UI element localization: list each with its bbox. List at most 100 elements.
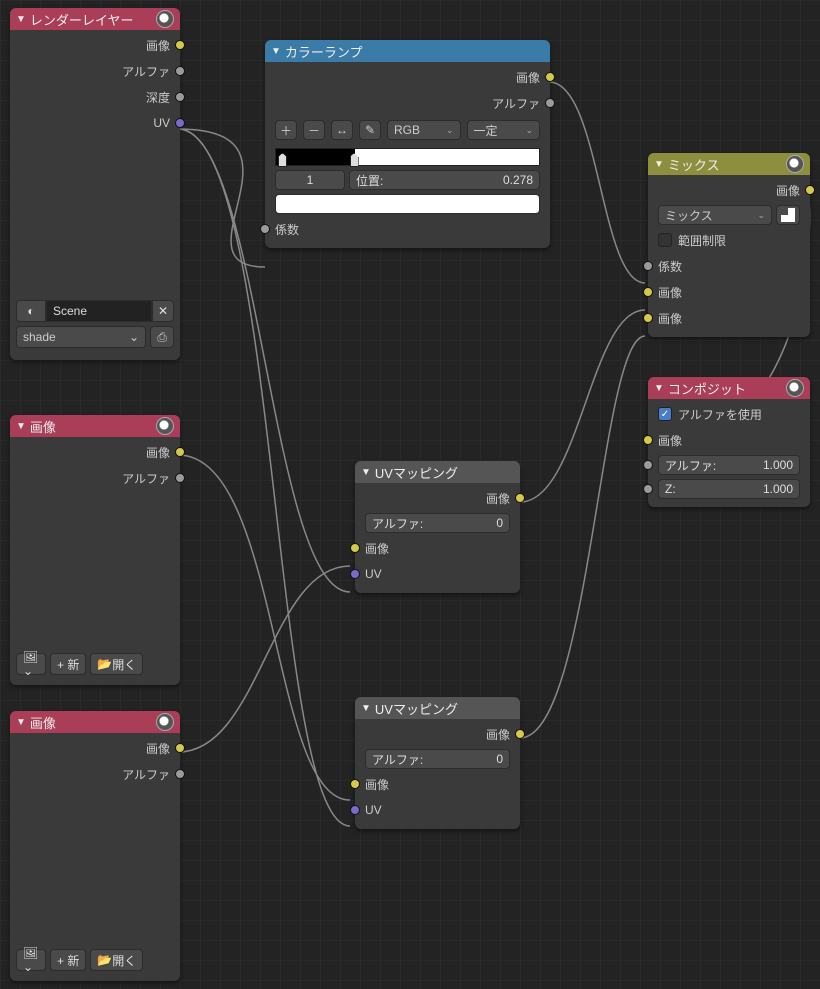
collapse-icon[interactable]: ▼ bbox=[16, 717, 26, 728]
input-fac: 係数 bbox=[648, 253, 810, 279]
socket-in-image1[interactable] bbox=[643, 287, 653, 297]
alpha-field[interactable]: アルファ:1.000 bbox=[658, 455, 800, 475]
node-header[interactable]: ▼ コンポジット bbox=[648, 377, 810, 399]
chevron-down-icon: ⌄ bbox=[129, 330, 139, 344]
node-image-1[interactable]: ▼ 画像 画像 アルファ 🖼⌄ + 新 📂開く bbox=[10, 415, 180, 685]
node-mix[interactable]: ▼ ミックス 画像 ミックス⌄ 範囲制限 係数 画像 画像 bbox=[648, 153, 810, 337]
use-alpha-row: ✓ アルファを使用 bbox=[648, 401, 810, 427]
node-header[interactable]: ▼ ミックス bbox=[648, 153, 810, 175]
new-image-button[interactable]: + 新 bbox=[50, 653, 86, 675]
color-ramp-gradient[interactable] bbox=[275, 148, 540, 166]
stop-position-field[interactable]: 位置:0.278 bbox=[349, 170, 540, 190]
add-stop-button[interactable]: ＋ bbox=[275, 120, 297, 140]
blend-mode-dropdown[interactable]: ミックス⌄ bbox=[658, 205, 772, 225]
node-uvmap-1[interactable]: ▼ UVマッピング 画像 アルファ:0 画像 UV bbox=[355, 461, 520, 593]
node-render-layers[interactable]: ▼ レンダーレイヤー 画像 アルファ 深度 UV ◐ Scene ✕ shade bbox=[10, 8, 180, 360]
socket-in-image[interactable] bbox=[350, 543, 360, 553]
socket-out-uv[interactable] bbox=[175, 118, 185, 128]
output-depth: 深度 bbox=[10, 84, 180, 110]
socket-out-image[interactable] bbox=[175, 743, 185, 753]
preview-toggle-icon[interactable] bbox=[786, 379, 804, 397]
output-uv: UV bbox=[10, 110, 180, 136]
node-uvmap-2[interactable]: ▼ UVマッピング 画像 アルファ:0 画像 UV bbox=[355, 697, 520, 829]
socket-out-image[interactable] bbox=[515, 729, 525, 739]
output-image: 画像 bbox=[10, 735, 180, 761]
scene-icon[interactable]: ◐ bbox=[16, 300, 46, 322]
collapse-icon[interactable]: ▼ bbox=[361, 467, 371, 478]
flip-ramp-button[interactable]: ↔ bbox=[331, 120, 353, 140]
socket-in-image[interactable] bbox=[350, 779, 360, 789]
eyedropper-button[interactable]: ✎ bbox=[359, 120, 381, 140]
socket-out-depth[interactable] bbox=[175, 92, 185, 102]
node-header[interactable]: ▼ 画像 bbox=[10, 711, 180, 733]
preview-toggle-icon[interactable] bbox=[156, 10, 174, 28]
output-alpha: アルファ bbox=[10, 761, 180, 787]
socket-in-fac[interactable] bbox=[260, 224, 270, 234]
new-image-button[interactable]: + 新 bbox=[50, 949, 86, 971]
node-title: UVマッピング bbox=[375, 699, 514, 718]
open-image-button[interactable]: 📂開く bbox=[90, 949, 143, 971]
socket-out-alpha[interactable] bbox=[175, 769, 185, 779]
node-header[interactable]: ▼ レンダーレイヤー bbox=[10, 8, 180, 30]
node-title: 画像 bbox=[30, 417, 156, 436]
socket-out-image[interactable] bbox=[175, 40, 185, 50]
node-color-ramp[interactable]: ▼ カラーランプ 画像 アルファ ＋ － ↔ ✎ RGB⌄ 一定⌄ bbox=[265, 40, 550, 248]
ramp-interp-dropdown[interactable]: 一定⌄ bbox=[467, 120, 541, 140]
socket-in-z[interactable] bbox=[643, 484, 653, 494]
collapse-icon[interactable]: ▼ bbox=[361, 703, 371, 714]
collapse-icon[interactable]: ▼ bbox=[16, 14, 26, 25]
ramp-mode-dropdown[interactable]: RGB⌄ bbox=[387, 120, 461, 140]
socket-in-uv[interactable] bbox=[350, 569, 360, 579]
node-header[interactable]: ▼ UVマッピング bbox=[355, 697, 520, 719]
input-image: 画像 bbox=[355, 771, 520, 797]
input-uv: UV bbox=[355, 797, 520, 823]
use-alpha-checkbox[interactable]: ✓ bbox=[658, 407, 672, 421]
preview-toggle-icon[interactable] bbox=[156, 417, 174, 435]
z-field[interactable]: Z:1.000 bbox=[658, 479, 800, 499]
output-image: 画像 bbox=[10, 32, 180, 58]
socket-out-alpha[interactable] bbox=[175, 473, 185, 483]
collapse-icon[interactable]: ▼ bbox=[654, 383, 664, 394]
output-alpha: アルファ bbox=[10, 58, 180, 84]
socket-out-alpha[interactable] bbox=[175, 66, 185, 76]
image-selector-dropdown[interactable]: 🖼⌄ bbox=[16, 653, 46, 675]
socket-in-image2[interactable] bbox=[643, 313, 653, 323]
clamp-checkbox[interactable] bbox=[658, 233, 672, 247]
stop-index-field[interactable]: 1 bbox=[275, 170, 345, 190]
socket-in-uv[interactable] bbox=[350, 805, 360, 815]
socket-out-alpha[interactable] bbox=[545, 98, 555, 108]
collapse-icon[interactable]: ▼ bbox=[654, 159, 664, 170]
socket-out-image[interactable] bbox=[515, 493, 525, 503]
collapse-icon[interactable]: ▼ bbox=[16, 421, 26, 432]
layer-dropdown[interactable]: shade⌄ bbox=[16, 326, 146, 348]
node-composite[interactable]: ▼ コンポジット ✓ アルファを使用 画像 アルファ:1.000 Z:1.000 bbox=[648, 377, 810, 507]
node-header[interactable]: ▼ カラーランプ bbox=[265, 40, 550, 62]
input-uv: UV bbox=[355, 561, 520, 587]
open-image-button[interactable]: 📂開く bbox=[90, 653, 143, 675]
socket-out-image[interactable] bbox=[545, 72, 555, 82]
stop-color-swatch[interactable] bbox=[275, 194, 540, 214]
alpha-field[interactable]: アルファ:0 bbox=[365, 749, 510, 769]
preview-toggle-icon[interactable] bbox=[156, 713, 174, 731]
output-alpha: アルファ bbox=[265, 90, 550, 116]
socket-in-fac[interactable] bbox=[643, 261, 653, 271]
node-header[interactable]: ▼ UVマッピング bbox=[355, 461, 520, 483]
scene-field[interactable]: Scene bbox=[46, 300, 152, 322]
alpha-field[interactable]: アルファ:0 bbox=[365, 513, 510, 533]
output-image: 画像 bbox=[355, 485, 520, 511]
node-header[interactable]: ▼ 画像 bbox=[10, 415, 180, 437]
preview-toggle-icon[interactable] bbox=[786, 155, 804, 173]
image-selector-dropdown[interactable]: 🖼⌄ bbox=[16, 949, 46, 971]
layer-pin-icon[interactable]: ⎙ bbox=[150, 326, 174, 348]
scene-clear-button[interactable]: ✕ bbox=[152, 300, 174, 322]
socket-out-image[interactable] bbox=[805, 185, 815, 195]
socket-out-image[interactable] bbox=[175, 447, 185, 457]
socket-in-alpha[interactable] bbox=[643, 460, 653, 470]
collapse-icon[interactable]: ▼ bbox=[271, 46, 281, 57]
remove-stop-button[interactable]: － bbox=[303, 120, 325, 140]
chevron-down-icon: ⌄ bbox=[757, 210, 765, 221]
node-title: レンダーレイヤー bbox=[30, 10, 156, 29]
color-swatch-button[interactable] bbox=[776, 205, 800, 225]
socket-in-image[interactable] bbox=[643, 435, 653, 445]
node-image-2[interactable]: ▼ 画像 画像 アルファ 🖼⌄ + 新 📂開く bbox=[10, 711, 180, 981]
